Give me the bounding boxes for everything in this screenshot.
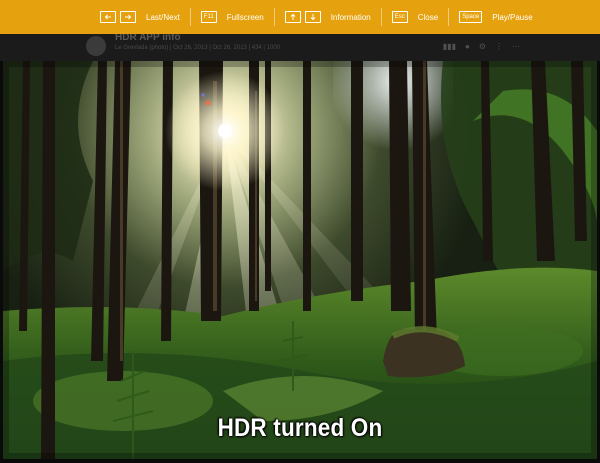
settings-icon: ⚙ xyxy=(478,42,486,51)
favorite-icon: ● xyxy=(464,42,470,51)
divider xyxy=(189,8,191,26)
divider xyxy=(448,8,450,26)
shortcut-label-play-pause: Play/Pause xyxy=(492,12,533,22)
shortcut-information[interactable]: Information xyxy=(284,0,371,34)
shortcut-fullscreen[interactable]: F11 Fullscreen xyxy=(200,0,264,34)
right-arrow-icon xyxy=(120,11,136,23)
shortcut-play-pause[interactable]: Space Play/Pause xyxy=(459,0,533,34)
hdr-caption: HDR turned On xyxy=(217,414,383,442)
esc-key: Esc xyxy=(391,11,408,23)
shortcut-label-last-next: Last/Next xyxy=(146,12,180,22)
bar-chart-icon: ▮▮▮ xyxy=(442,42,456,51)
left-arrow-icon xyxy=(100,11,116,23)
down-arrow-icon xyxy=(304,11,321,23)
background-page-meta: Le Grevlada (photo) | Oct 26, 2013 | Oct… xyxy=(115,45,281,51)
shortcut-label-information: Information xyxy=(330,12,371,22)
background-page-actions: ▮▮▮ ● ⚙ ⋮ ⋯ xyxy=(443,42,520,51)
f11-key: F11 xyxy=(200,11,217,23)
lightbox-viewer: Last/Next F11 Fullscreen Information Esc… xyxy=(0,0,600,463)
shortcut-label-fullscreen: Fullscreen xyxy=(226,12,264,22)
more-icon: ⋯ xyxy=(512,42,520,51)
shortcut-last-next[interactable]: Last/Next xyxy=(100,0,180,34)
up-arrow-icon xyxy=(284,11,301,23)
shortcut-close[interactable]: Esc Close xyxy=(391,0,439,34)
background-page-header: HDR APP info Le Grevlada (photo) | Oct 2… xyxy=(0,32,600,61)
share-icon: ⋮ xyxy=(495,42,503,51)
keyboard-shortcut-bar: Last/Next F11 Fullscreen Information Esc… xyxy=(0,0,600,34)
forest-sunbeam-photo xyxy=(3,61,597,459)
space-key: Space xyxy=(459,11,483,23)
shortcut-label-close: Close xyxy=(417,12,439,22)
divider xyxy=(273,8,275,26)
divider xyxy=(380,8,382,26)
avatar xyxy=(86,36,106,56)
